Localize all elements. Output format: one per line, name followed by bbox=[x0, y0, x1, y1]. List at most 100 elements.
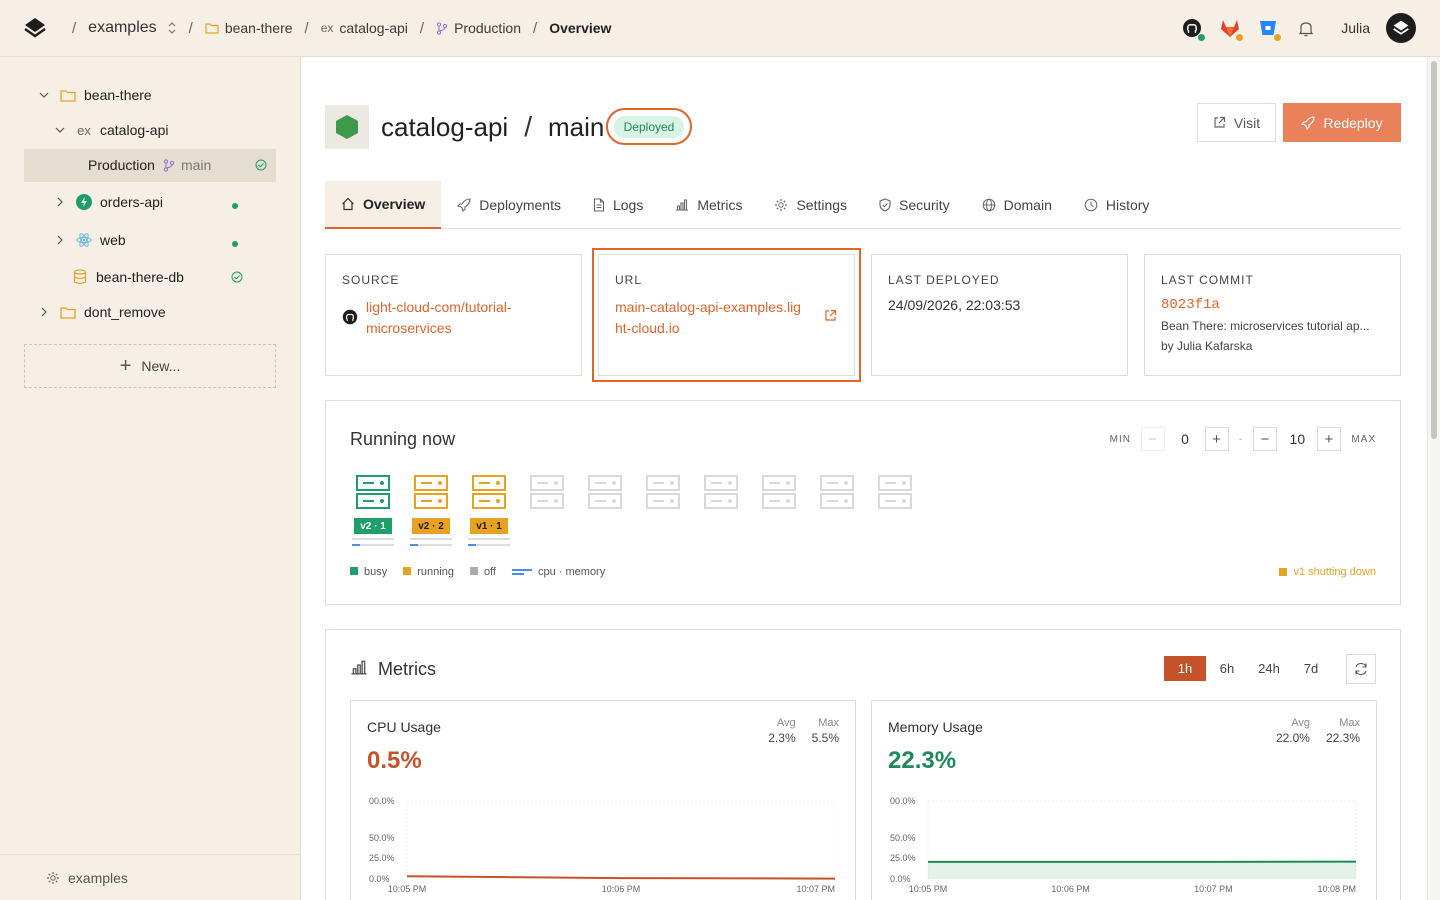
breadcrumb-project[interactable]: bean-there bbox=[225, 20, 293, 36]
status-badge: Deployed bbox=[606, 108, 692, 145]
sidebar-db-bean-there-db[interactable]: bean-there-db bbox=[72, 265, 184, 289]
redeploy-button[interactable]: Redeploy bbox=[1283, 103, 1401, 142]
refresh-button[interactable] bbox=[1346, 654, 1376, 684]
instance-slot[interactable] bbox=[530, 475, 570, 555]
chevron-down-icon[interactable] bbox=[54, 124, 66, 136]
min-value: 0 bbox=[1181, 431, 1189, 447]
chevron-right-icon[interactable] bbox=[54, 196, 66, 208]
title-branch: main bbox=[547, 111, 605, 142]
tab-domain[interactable]: Domain bbox=[966, 181, 1068, 229]
x-tick-label: 10:08 PM bbox=[1317, 884, 1356, 894]
branch-icon bbox=[161, 157, 177, 173]
tab-metrics[interactable]: Metrics bbox=[659, 181, 758, 229]
instance-slot[interactable] bbox=[588, 475, 628, 555]
instance-slot[interactable] bbox=[820, 475, 860, 555]
tab-overview[interactable]: Overview bbox=[325, 181, 442, 229]
avg-label: Avg bbox=[1291, 717, 1310, 729]
top-bar: / examples / bean-there / ex catalog-api… bbox=[0, 0, 1440, 57]
sidebar-service-catalog-api[interactable]: ex catalog-api bbox=[54, 118, 169, 142]
cpu-bar bbox=[352, 538, 394, 540]
github-icon[interactable] bbox=[1181, 17, 1207, 42]
avatar[interactable] bbox=[1386, 13, 1416, 43]
instance-slot[interactable]: v2 · 1 bbox=[352, 475, 396, 555]
breadcrumb-service[interactable]: catalog-api bbox=[339, 20, 408, 36]
chevron-right-icon[interactable] bbox=[54, 234, 66, 246]
range-7d[interactable]: 7d bbox=[1290, 656, 1332, 681]
commit-author: by Julia Kafarska bbox=[1161, 339, 1253, 353]
avg-label: Avg bbox=[776, 717, 796, 729]
range-1h[interactable]: 1h bbox=[1164, 656, 1206, 681]
instance-slot[interactable]: v2 · 2 bbox=[410, 475, 454, 555]
breadcrumb-environment[interactable]: Production bbox=[454, 20, 521, 36]
sidebar-project-bean-there[interactable]: bean-there bbox=[38, 83, 152, 107]
sidebar-item-label: bean-there bbox=[84, 87, 152, 103]
tab-label: Logs bbox=[612, 197, 644, 213]
main-scrollbar[interactable] bbox=[1427, 57, 1440, 900]
instance-usage-bars bbox=[468, 538, 510, 546]
instance-slot[interactable] bbox=[878, 475, 918, 555]
min-increment-button[interactable]: + bbox=[1204, 427, 1229, 451]
sidebar-service-orders-api[interactable]: orders-api bbox=[54, 190, 163, 214]
y-tick-label: 25.0% bbox=[890, 853, 916, 863]
max-decrement-button[interactable]: − bbox=[1253, 427, 1278, 451]
redeploy-button-label: Redeploy bbox=[1323, 114, 1383, 131]
tab-history[interactable]: History bbox=[1068, 181, 1166, 229]
instance-legend: busy running off cpu · memory bbox=[350, 566, 605, 578]
cpu-usage-chart: CPU Usage 0.5% Avg 2.3% Max 5.5% 00.0% 50.0… bbox=[350, 700, 856, 900]
tab-deployments[interactable]: Deployments bbox=[441, 181, 577, 229]
folder-icon bbox=[205, 22, 219, 34]
workspace-switcher-icon[interactable] bbox=[167, 22, 177, 34]
sidebar-item-label: Production bbox=[88, 157, 155, 173]
instance-slot[interactable]: v1 · 1 bbox=[468, 475, 512, 555]
tab-security[interactable]: Security bbox=[863, 181, 966, 229]
instance-slot[interactable] bbox=[762, 475, 802, 555]
instance-usage-bars bbox=[410, 538, 452, 546]
y-tick-label: 25.0% bbox=[369, 853, 395, 863]
cpu-avg-value: 2.3% bbox=[768, 731, 796, 745]
instance-label: v1 · 1 bbox=[470, 518, 508, 534]
legend-busy: busy bbox=[350, 566, 387, 578]
user-name[interactable]: Julia bbox=[1341, 20, 1370, 36]
memory-current-value: 22.3% bbox=[888, 747, 957, 774]
y-tick-label: 00.0% bbox=[890, 796, 916, 806]
range-24h[interactable]: 24h bbox=[1248, 656, 1290, 681]
memory-chart-plot: 00.0% 50.0% 25.0% 0.0%10:05 PM 10:06 PM 10:07… bbox=[890, 796, 1357, 894]
chevron-right-icon[interactable] bbox=[38, 306, 50, 318]
min-decrement-button[interactable]: − bbox=[1140, 427, 1165, 451]
instance-slot[interactable] bbox=[646, 475, 686, 555]
sidebar-service-web[interactable]: web bbox=[54, 228, 126, 252]
commit-hash-link[interactable]: 8023f1a bbox=[1161, 297, 1384, 313]
service-icon bbox=[325, 105, 369, 149]
memory-stats: Avg 22.0% Max 22.3% bbox=[1276, 717, 1360, 745]
new-button[interactable]: + New... bbox=[24, 344, 276, 388]
bitbucket-icon[interactable] bbox=[1257, 17, 1283, 42]
card-label: SOURCE bbox=[342, 273, 400, 287]
url-card-highlight bbox=[592, 248, 861, 382]
scrollbar-thumb[interactable] bbox=[1431, 61, 1437, 439]
bell-icon[interactable] bbox=[1295, 17, 1317, 39]
tab-label: Security bbox=[899, 197, 950, 213]
breadcrumb-workspace[interactable]: examples bbox=[88, 19, 156, 37]
sidebar-environment-row[interactable]: Production main bbox=[88, 153, 211, 177]
sidebar-project-dont-remove[interactable]: dont_remove bbox=[38, 300, 166, 324]
status-badge-label: Deployed bbox=[613, 115, 685, 138]
home-icon bbox=[341, 197, 355, 211]
server-icon bbox=[530, 475, 564, 509]
legend-running: running bbox=[403, 566, 454, 578]
visit-button[interactable]: Visit bbox=[1197, 103, 1276, 142]
legend-label: busy bbox=[364, 566, 388, 578]
sidebar-footer-workspace[interactable]: examples bbox=[0, 854, 300, 900]
x-tick-label: 10:07 PM bbox=[1194, 884, 1233, 894]
top-actions: Julia bbox=[1181, 13, 1416, 43]
tab-settings[interactable]: Settings bbox=[758, 181, 863, 229]
chevron-down-icon[interactable] bbox=[38, 89, 50, 101]
range-6h[interactable]: 6h bbox=[1206, 656, 1248, 681]
instance-slot[interactable] bbox=[704, 475, 744, 555]
max-label: MAX bbox=[1351, 433, 1376, 445]
app-logo-icon[interactable] bbox=[24, 17, 46, 39]
gitlab-icon[interactable] bbox=[1219, 17, 1245, 42]
max-increment-button[interactable]: + bbox=[1317, 427, 1342, 451]
series-line bbox=[406, 875, 836, 880]
source-repo-link[interactable]: light-cloud-com/tutorial- microservices bbox=[342, 297, 565, 339]
tab-logs[interactable]: Logs bbox=[577, 181, 659, 229]
